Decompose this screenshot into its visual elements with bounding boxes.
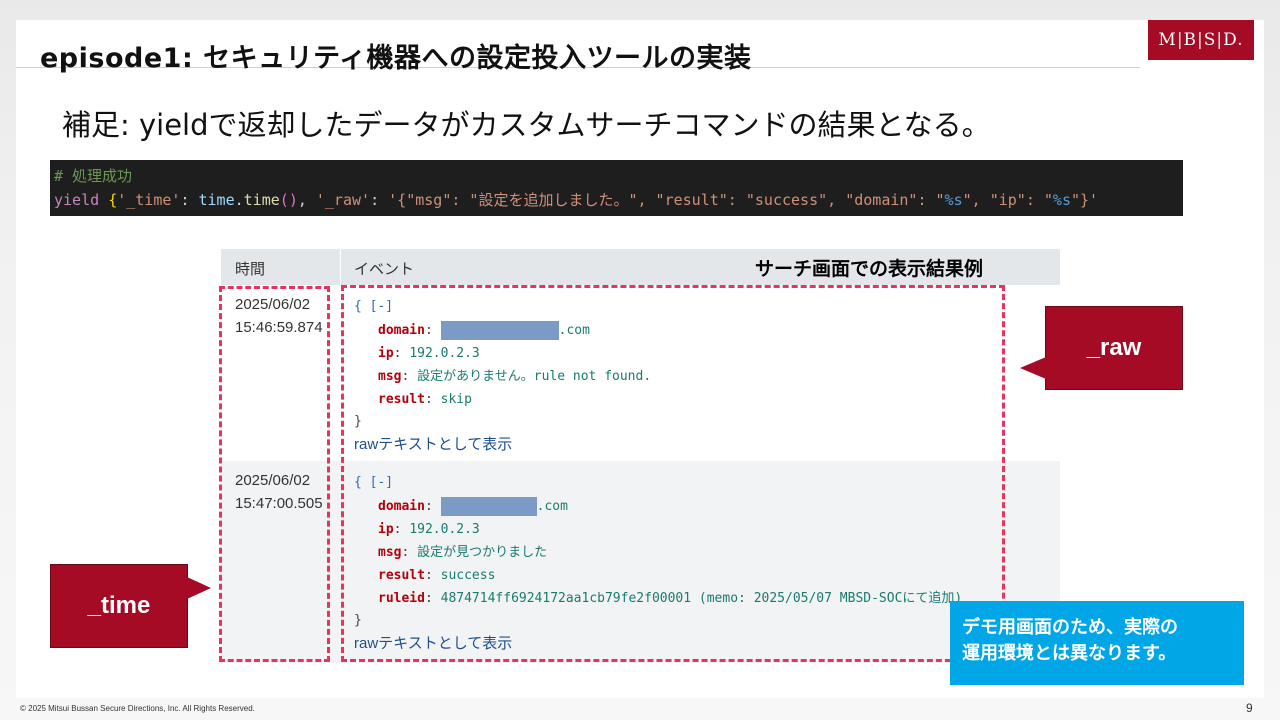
yield-keyword: yield (54, 191, 100, 209)
table-header: 時間 イベント サーチ画面での表示結果例 (221, 249, 1060, 285)
slide-title: episode1: セキュリティ機器への設定投入ツールの実装 (40, 43, 752, 74)
code-dot: . (234, 191, 244, 209)
code-colon: : (180, 191, 199, 209)
code-paren-open: ( (279, 191, 289, 209)
company-logo: M|B|S|D. (1148, 20, 1254, 60)
raw-callout: _raw (1020, 306, 1183, 390)
raw-highlight-box (341, 285, 1005, 662)
column-header-time[interactable]: 時間 (235, 258, 265, 279)
copyright-notice: © 2025 Mitsui Bussan Secure Directions, … (20, 704, 255, 713)
code-snippet: # 処理成功 yield {'_time': time.time(), '_ra… (50, 160, 1183, 216)
code-yield-line: yield {'_time': time.time(), '_raw': '{"… (54, 188, 1179, 212)
code-comment: # 処理成功 (54, 167, 133, 185)
code-format-spec: %s (944, 191, 963, 209)
time-highlight-box (219, 286, 330, 662)
column-divider (340, 249, 341, 285)
code-comment-line: # 処理成功 (54, 164, 1179, 188)
code-paren-close: ) (288, 191, 298, 209)
column-header-event[interactable]: イベント (354, 258, 414, 279)
code-time-function: time (243, 191, 280, 209)
table-annotation: サーチ画面での表示結果例 (755, 259, 984, 280)
code-raw-string-a: '{"msg": "設定を追加しました。", "result": "succes… (388, 191, 945, 209)
code-brace: { (108, 191, 118, 209)
code-raw-string-c: "}' (1070, 191, 1099, 209)
page-number: 9 (1246, 701, 1253, 715)
code-time-key: '_time' (117, 191, 181, 209)
code-time-module: time (198, 191, 235, 209)
slide-subtitle: 補足: yieldで返却したデータがカスタムサーチコマンドの結果となる。 (62, 108, 991, 142)
code-raw-string-b: ", "ip": " (962, 191, 1053, 209)
demo-disclaimer-line2: 運用環境とは異なります。 (962, 643, 1177, 664)
code-colon: : (370, 191, 389, 209)
time-callout: _time (50, 564, 211, 648)
code-raw-key: '_raw' (315, 191, 371, 209)
demo-disclaimer: デモ用画面のため、実際の 運用環境とは異なります。 (950, 601, 1244, 685)
code-format-spec: %s (1052, 191, 1071, 209)
code-comma: , (297, 191, 316, 209)
demo-disclaimer-line1: デモ用画面のため、実際の (962, 617, 1178, 638)
